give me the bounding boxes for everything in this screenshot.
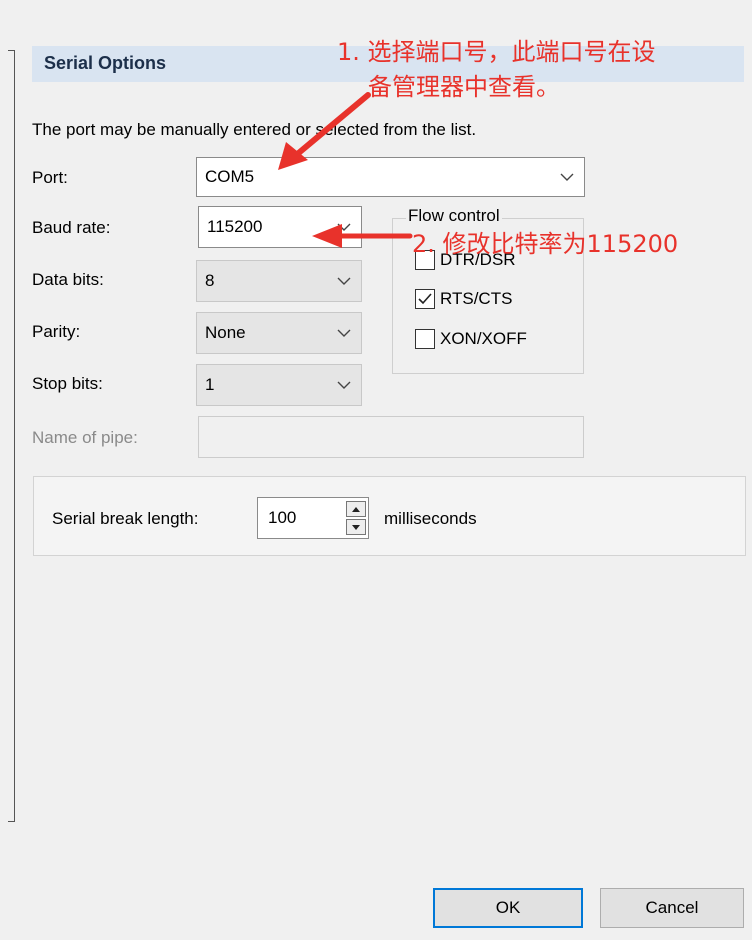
parity-value: None — [205, 323, 246, 342]
left-bracket — [8, 50, 15, 822]
cancel-button[interactable]: Cancel — [600, 888, 744, 928]
stop-bits-label: Stop bits: — [32, 374, 103, 393]
annotation-1-line2: 备管理器中查看。 — [368, 73, 560, 101]
spin-up-icon[interactable] — [346, 501, 366, 517]
spin-down-icon[interactable] — [346, 519, 366, 535]
data-bits-combobox[interactable]: 8 — [196, 260, 362, 302]
data-bits-label: Data bits: — [32, 270, 104, 289]
name-of-pipe-label: Name of pipe: — [32, 428, 138, 447]
flow-control-title: Flow control — [406, 206, 502, 226]
annotation-arrows — [278, 92, 413, 248]
port-value: COM5 — [205, 167, 255, 186]
rts-cts-checkbox[interactable] — [415, 289, 435, 309]
annotation-1-line1: 1. 选择端口号，此端口号在设 — [337, 38, 656, 66]
rts-cts-label: RTS/CTS — [440, 289, 513, 308]
xon-xoff-label: XON/XOFF — [440, 329, 527, 348]
chevron-down-icon[interactable] — [560, 167, 574, 187]
name-of-pipe-input — [198, 416, 584, 458]
annotation-2: 2. 修改比特率为115200 — [412, 230, 679, 258]
chevron-down-icon[interactable] — [337, 271, 351, 291]
baud-rate-combobox[interactable]: 115200 — [198, 206, 362, 248]
serial-break-value: 100 — [268, 508, 297, 527]
parity-label: Parity: — [32, 322, 81, 341]
port-label: Port: — [32, 168, 68, 187]
stop-bits-value: 1 — [205, 375, 215, 394]
chevron-down-icon[interactable] — [337, 323, 351, 343]
chevron-down-icon[interactable] — [337, 217, 351, 237]
serial-break-spinner[interactable]: 100 — [257, 497, 369, 539]
chevron-down-icon[interactable] — [337, 375, 351, 395]
section-title: Serial Options — [44, 53, 167, 73]
ok-button[interactable]: OK — [433, 888, 583, 928]
xon-xoff-checkbox[interactable] — [415, 329, 435, 349]
stop-bits-combobox[interactable]: 1 — [196, 364, 362, 406]
milliseconds-label: milliseconds — [384, 509, 477, 528]
serial-break-label: Serial break length: — [52, 509, 199, 528]
description-text: The port may be manually entered or sele… — [32, 120, 477, 139]
port-combobox[interactable]: COM5 — [196, 157, 585, 197]
parity-combobox[interactable]: None — [196, 312, 362, 354]
baud-rate-label: Baud rate: — [32, 218, 111, 237]
data-bits-value: 8 — [205, 271, 215, 290]
baud-rate-value: 115200 — [207, 217, 263, 236]
spin-buttons — [346, 501, 366, 535]
checkmark-icon — [418, 293, 432, 305]
